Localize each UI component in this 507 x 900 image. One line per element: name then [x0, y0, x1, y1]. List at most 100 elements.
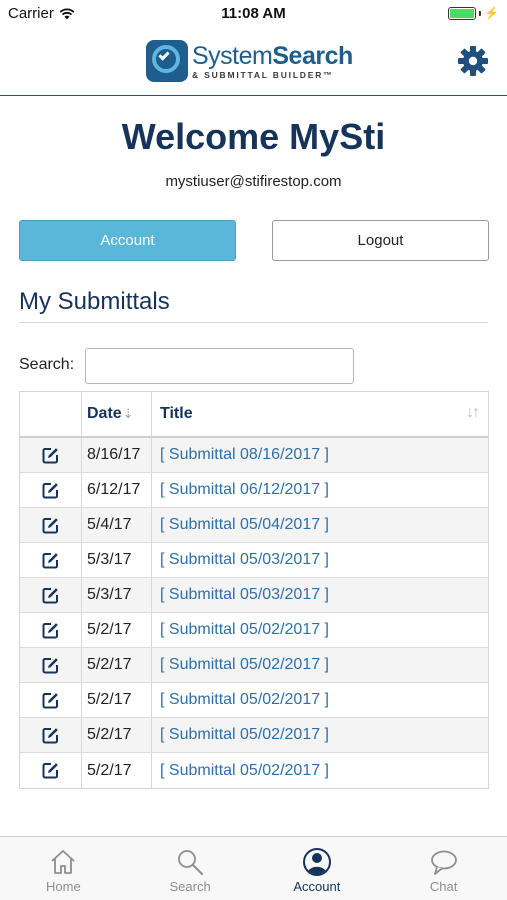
welcome-title: Welcome MySti: [121, 116, 386, 157]
row-date: 5/3/17: [87, 551, 132, 568]
title-cell: [ Submittal 06/12/2017 ]: [152, 473, 488, 507]
title-cell: [ Submittal 05/02/2017 ]: [152, 613, 488, 647]
divider: [19, 322, 488, 323]
section-title-my-submittals: My Submittals: [19, 288, 170, 315]
table-row: 5/2/17 [ Submittal 05/02/2017 ]: [20, 718, 488, 753]
submittal-link[interactable]: [ Submittal 05/02/2017 ]: [160, 726, 329, 744]
date-cell: 6/12/17: [82, 473, 152, 507]
date-cell: 5/2/17: [82, 753, 152, 788]
edit-cell: [20, 613, 82, 647]
edit-icon[interactable]: [42, 762, 59, 779]
edit-cell: [20, 683, 82, 717]
title-cell: [ Submittal 05/02/2017 ]: [152, 683, 488, 717]
submittal-link[interactable]: [ Submittal 08/16/2017 ]: [160, 446, 329, 464]
date-cell: 5/2/17: [82, 648, 152, 682]
edit-icon[interactable]: [42, 482, 59, 499]
title-cell: [ Submittal 05/04/2017 ]: [152, 508, 488, 542]
sort-descending-icon: ⇣: [122, 406, 134, 421]
date-cell: 5/3/17: [82, 578, 152, 612]
logo-title: SystemSearch: [192, 41, 353, 70]
submittal-link[interactable]: [ Submittal 05/02/2017 ]: [160, 621, 329, 639]
edit-icon[interactable]: [42, 657, 59, 674]
row-date: 5/2/17: [87, 691, 132, 708]
submittal-link[interactable]: [ Submittal 06/12/2017 ]: [160, 481, 329, 499]
submittal-link[interactable]: [ Submittal 05/03/2017 ]: [160, 551, 329, 569]
table-row: 8/16/17 [ Submittal 08/16/2017 ]: [20, 438, 488, 473]
table-row: 6/12/17 [ Submittal 06/12/2017 ]: [20, 473, 488, 508]
table-row: 5/2/17 [ Submittal 05/02/2017 ]: [20, 648, 488, 683]
date-cell: 5/2/17: [82, 613, 152, 647]
row-date: 5/4/17: [87, 516, 132, 533]
edit-cell: [20, 753, 82, 788]
home-icon: [51, 850, 75, 874]
user-email: mystiuser@stifirestop.com: [165, 173, 342, 190]
submittal-link[interactable]: [ Submittal 05/02/2017 ]: [160, 762, 329, 780]
account-button[interactable]: Account: [19, 220, 236, 261]
edit-cell: [20, 543, 82, 577]
date-cell: 5/3/17: [82, 543, 152, 577]
tab-label-chat: Chat: [429, 879, 458, 894]
status-bar: Carrier 11:08 AM ⚡: [0, 0, 507, 28]
logo-mark-icon: [146, 40, 188, 82]
account-icon: [302, 848, 331, 876]
title-cell: [ Submittal 08/16/2017 ]: [152, 438, 488, 472]
submittal-link[interactable]: [ Submittal 05/04/2017 ]: [160, 516, 329, 534]
submittal-link[interactable]: [ Submittal 05/02/2017 ]: [160, 691, 329, 709]
row-date: 5/2/17: [87, 621, 132, 638]
submittal-link[interactable]: [ Submittal 05/02/2017 ]: [160, 656, 329, 674]
app-logo: SystemSearch & SUBMITTAL BUILDER™: [146, 40, 353, 82]
row-date: 5/2/17: [87, 726, 132, 743]
app-header: SystemSearch & SUBMITTAL BUILDER™: [0, 28, 507, 96]
edit-icon[interactable]: [42, 587, 59, 604]
gear-icon[interactable]: [456, 44, 490, 78]
submittals-table: Date ⇣ Title ↓↑ 8/16/17 [ Submittal 08/1…: [19, 391, 489, 789]
logout-button[interactable]: Logout: [272, 220, 489, 261]
tab-chat[interactable]: Chat: [380, 837, 507, 900]
edit-icon[interactable]: [42, 517, 59, 534]
edit-icon[interactable]: [42, 692, 59, 709]
row-date: 6/12/17: [87, 481, 141, 498]
search-label: Search:: [19, 356, 75, 373]
tab-label-search: Search: [169, 879, 211, 894]
edit-cell: [20, 508, 82, 542]
edit-icon[interactable]: [42, 447, 59, 464]
column-header-title[interactable]: Title ↓↑: [152, 392, 488, 436]
edit-cell: [20, 473, 82, 507]
title-cell: [ Submittal 05/02/2017 ]: [152, 648, 488, 682]
battery-icon: ⚡: [448, 6, 499, 20]
table-row: 5/4/17 [ Submittal 05/04/2017 ]: [20, 508, 488, 543]
tab-account[interactable]: Account: [254, 837, 381, 900]
tab-search[interactable]: Search: [127, 837, 254, 900]
chat-icon: [430, 850, 457, 875]
edit-icon[interactable]: [42, 622, 59, 639]
table-header: Date ⇣ Title ↓↑: [20, 392, 488, 438]
date-cell: 5/2/17: [82, 718, 152, 752]
tab-home[interactable]: Home: [0, 837, 127, 900]
table-row: 5/2/17 [ Submittal 05/02/2017 ]: [20, 753, 488, 788]
submittal-link[interactable]: [ Submittal 05/03/2017 ]: [160, 586, 329, 604]
row-date: 5/2/17: [87, 761, 132, 779]
search-input[interactable]: [85, 348, 354, 384]
logo-subtitle: & SUBMITTAL BUILDER™: [192, 69, 334, 80]
row-date: 8/16/17: [87, 446, 141, 463]
table-row: 5/2/17 [ Submittal 05/02/2017 ]: [20, 683, 488, 718]
row-date: 5/2/17: [87, 656, 132, 673]
search-icon: [178, 850, 204, 875]
table-body: 8/16/17 [ Submittal 08/16/2017 ] 6/12/17…: [20, 438, 488, 788]
tab-label-home: Home: [46, 879, 81, 894]
column-header-edit: [20, 392, 82, 436]
tab-label-account: Account: [293, 879, 341, 894]
date-cell: 5/2/17: [82, 683, 152, 717]
table-row: 5/3/17 [ Submittal 05/03/2017 ]: [20, 578, 488, 613]
edit-icon[interactable]: [42, 552, 59, 569]
title-cell: [ Submittal 05/02/2017 ]: [152, 753, 488, 788]
row-date: 5/3/17: [87, 586, 132, 603]
date-cell: 5/4/17: [82, 508, 152, 542]
charging-icon: ⚡: [484, 6, 499, 20]
sort-icon: ↓↑: [466, 404, 480, 421]
title-cell: [ Submittal 05/03/2017 ]: [152, 578, 488, 612]
edit-cell: [20, 578, 82, 612]
column-header-date[interactable]: Date ⇣: [82, 392, 152, 436]
date-cell: 8/16/17: [82, 438, 152, 472]
edit-icon[interactable]: [42, 727, 59, 744]
